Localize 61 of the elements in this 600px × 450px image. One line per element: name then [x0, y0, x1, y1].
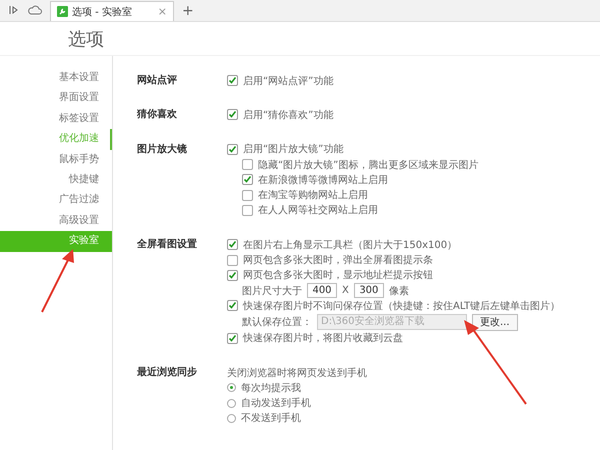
unit-label: 像素 [388, 284, 409, 298]
checkbox-label: 在人人网等社交网站上启用 [258, 204, 378, 218]
sidebar-item[interactable]: 基本设置 [0, 68, 112, 88]
checkbox[interactable] [227, 300, 238, 312]
times-sign: X [342, 285, 349, 296]
checkbox-label: 在淘宝等购物网站上启用 [258, 188, 368, 202]
new-tab-button[interactable]: + [182, 3, 194, 19]
radio-label: 不发送到手机 [241, 412, 301, 426]
cloud-icon[interactable] [28, 4, 42, 16]
sidebar-item[interactable]: 鼠标手势 [0, 150, 112, 170]
checkbox[interactable] [227, 239, 238, 250]
checkbox-label: 启用“猜你喜欢”功能 [243, 108, 334, 122]
sidebar-item[interactable]: 实验室 [0, 231, 112, 252]
radio-button[interactable] [227, 383, 236, 392]
checkbox[interactable] [242, 159, 253, 170]
sidebar-toggle-icon[interactable] [8, 4, 20, 16]
section-title: 全屏看图设置 [137, 238, 198, 252]
checkbox-label: 启用“网站点评”功能 [243, 74, 334, 88]
section-title: 网站点评 [137, 74, 178, 88]
sidebar-item[interactable]: 高级设置 [0, 210, 112, 232]
checkbox[interactable] [227, 332, 238, 344]
checkbox[interactable] [242, 174, 253, 186]
checkbox[interactable] [227, 254, 238, 266]
radio-button[interactable] [227, 398, 236, 408]
page-title: 选项 [68, 28, 104, 50]
arrow-drawing [41, 249, 74, 312]
sidebar-item[interactable]: 广告过滤 [0, 190, 112, 211]
sidebar-item[interactable]: 快捷键 [0, 170, 112, 190]
checkbox-label: 在图片右上角显示工具栏（图片大于150x100） [243, 238, 458, 252]
checkbox-label: 网页包含多张大图时，显示地址栏提示按钮 [243, 268, 433, 282]
checkbox-label: 网页包含多张大图时，弹出全屏看图提示条 [243, 254, 433, 268]
radio-label: 自动发送到手机 [241, 396, 311, 410]
checkbox[interactable] [242, 204, 253, 216]
height-input[interactable]: 300 [354, 283, 384, 298]
sidebar-item[interactable]: 优化加速 [0, 129, 112, 150]
close-tab-button[interactable]: × [158, 5, 167, 18]
change-button[interactable]: 更改... [472, 314, 518, 331]
section-title: 图片放大镜 [137, 142, 188, 157]
size-label: 图片尺寸大于 [242, 284, 302, 298]
checkbox-label: 快速保存图片时不询问保存位置（快捷键：按住ALT键后左键单击图片） [243, 300, 560, 313]
wrench-icon [57, 6, 68, 17]
checkbox-label: 快速保存图片时，将图片收藏到云盘 [243, 332, 403, 346]
checkbox-label: 启用“图片放大镜”功能 [243, 142, 344, 156]
section-title: 猜你喜欢 [137, 108, 178, 122]
checkbox-label: 在新浪微博等微博网站上启用 [258, 174, 388, 187]
checkbox[interactable] [227, 75, 238, 86]
sidebar-item[interactable]: 界面设置 [0, 88, 112, 109]
checkbox-label: 隐藏“图片放大镜”图标，腾出更多区域来显示图片 [258, 158, 478, 172]
section-title: 最近浏览同步 [137, 366, 198, 380]
tab-title: 选项 - 实验室 [72, 6, 133, 18]
sidebar-item[interactable]: 标签设置 [0, 108, 112, 130]
checkbox[interactable] [227, 270, 238, 281]
checkbox[interactable] [227, 144, 238, 155]
sync-description: 关闭浏览器时将网页发送到手机 [227, 366, 367, 380]
checkbox[interactable] [242, 190, 253, 201]
width-input[interactable]: 400 [307, 283, 337, 298]
radio-button[interactable] [227, 414, 236, 423]
checkbox[interactable] [227, 109, 238, 120]
browser-tab[interactable]: 选项 - 实验室 × [50, 1, 174, 21]
radio-label: 每次均提示我 [241, 382, 301, 395]
path-label: 默认保存位置： [242, 316, 312, 330]
